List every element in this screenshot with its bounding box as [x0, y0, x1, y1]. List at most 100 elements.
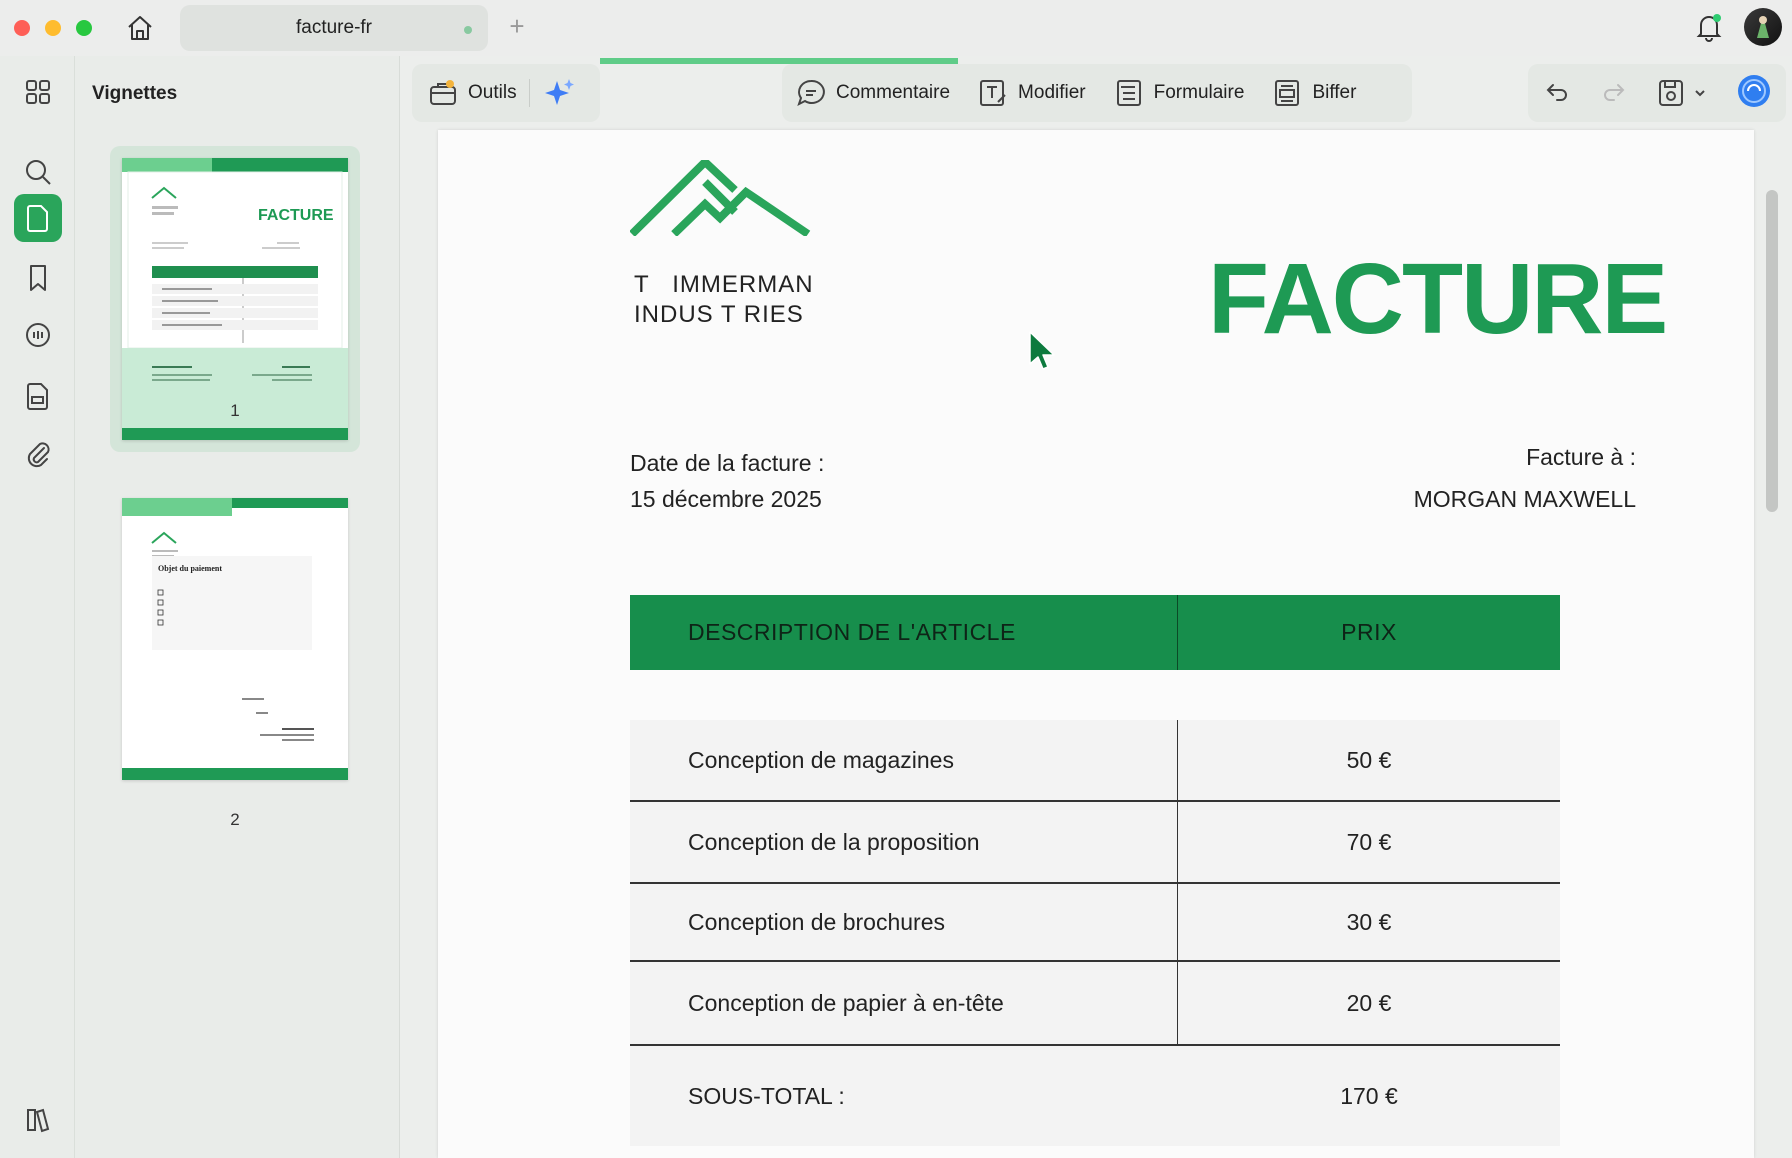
toolbox-icon — [430, 80, 456, 105]
row-price: 50 € — [1346, 746, 1392, 773]
search-icon — [26, 160, 51, 185]
row-description: Conception de la proposition — [630, 802, 1178, 882]
sparkle-icon — [544, 79, 574, 105]
close-window-button[interactable] — [14, 20, 30, 36]
company-name-line2: INDUS T RIES — [634, 301, 804, 328]
header-price: PRIX — [1341, 619, 1397, 645]
new-tab-button[interactable]: + — [502, 12, 532, 42]
thumbnail-1-art — [122, 158, 348, 440]
avatar[interactable] — [1744, 8, 1782, 46]
rail-library-button[interactable] — [14, 1096, 62, 1144]
bell-icon — [1696, 14, 1722, 42]
bookmark-icon — [30, 265, 46, 291]
thumbnail-page-1-preview: FACTURE — [122, 158, 348, 440]
redo-icon — [1603, 83, 1624, 101]
bill-to-name: MORGAN MAXWELL — [1413, 486, 1636, 512]
vertical-scrollbar[interactable] — [1766, 190, 1778, 512]
comment-bubble-icon — [797, 79, 825, 106]
thumbnail-page-2-preview: Objet du paiement — [122, 498, 348, 780]
avatar-image-icon — [1757, 16, 1769, 38]
ai-orb-button[interactable] — [1736, 73, 1772, 114]
row-price: 20 € — [1346, 989, 1392, 1016]
redact-tool-label: Biffer — [1312, 82, 1357, 103]
row-description: Conception de papier à en-tête — [630, 962, 1178, 1044]
tools-label: Outils — [468, 82, 517, 103]
document-icon — [27, 383, 48, 410]
rail-document-button[interactable] — [14, 372, 62, 420]
table-row: Conception de brochures 30 € — [630, 884, 1560, 960]
table-header: DESCRIPTION DE L'ARTICLE PRIX — [630, 595, 1560, 670]
table-row: Conception de magazines 50 € — [630, 720, 1560, 800]
redo-button[interactable] — [1600, 77, 1628, 110]
edit-text-icon — [980, 80, 1006, 106]
tab-title: facture-fr — [295, 17, 373, 38]
comment-icon — [26, 323, 50, 347]
thumbnail-2-heading: Objet du paiement — [158, 564, 222, 573]
left-rail — [0, 56, 75, 1158]
company-name: T IMMERMAN INDUS T RIES — [634, 270, 814, 330]
form-icon — [1116, 80, 1141, 106]
chevron-down-icon — [1694, 90, 1705, 97]
row-price: 70 € — [1346, 828, 1392, 855]
rail-attachment-button[interactable] — [14, 430, 62, 478]
comment-tool-button[interactable]: Commentaire — [782, 64, 964, 122]
comment-tool-label: Commentaire — [836, 82, 951, 103]
title-bar: facture-fr + — [0, 0, 1792, 56]
tools-button[interactable]: Outils — [412, 64, 529, 122]
ai-assistant-button[interactable] — [530, 64, 590, 122]
edit-tools-group: Commentaire Modifier Formulaire Biffer — [782, 64, 1412, 122]
invoice-date-value: 15 décembre 2025 — [630, 486, 822, 512]
form-tool-button[interactable]: Formulaire — [1100, 64, 1259, 122]
edit-tool-button[interactable]: Modifier — [964, 64, 1100, 122]
thumbnail-page-2[interactable]: Objet du paiement — [110, 498, 360, 798]
thumbnail-number-1: 1 — [230, 401, 240, 420]
mouse-cursor-icon — [1029, 331, 1055, 370]
attachment-icon — [27, 442, 50, 468]
rail-bookmark-button[interactable] — [14, 254, 62, 302]
tools-group: Outils — [412, 64, 600, 122]
header-description: DESCRIPTION DE L'ARTICLE — [630, 595, 1178, 670]
home-button[interactable] — [122, 11, 158, 45]
minimize-window-button[interactable] — [45, 20, 61, 36]
thumbnail-1-title: FACTURE — [258, 207, 334, 224]
notifications-button[interactable] — [1692, 10, 1726, 44]
form-tool-label: Formulaire — [1153, 82, 1245, 103]
company-logo — [630, 160, 811, 236]
document-page: T IMMERMAN INDUS T RIES FACTURE Date de … — [438, 130, 1754, 1158]
thumbnail-2-art — [122, 498, 348, 780]
library-icon — [27, 1108, 50, 1133]
unsaved-indicator — [464, 26, 472, 34]
bill-to-label: Facture à : — [1526, 444, 1636, 470]
panel-title: Vignettes — [92, 83, 178, 104]
grid-icon — [26, 80, 50, 104]
invoice-date-label: Date de la facture : — [630, 450, 825, 476]
subtotal-row: SOUS-TOTAL : 170 € — [630, 1046, 1560, 1146]
zoom-window-button[interactable] — [76, 20, 92, 36]
redact-icon — [1275, 80, 1300, 106]
subtotal-value: 170 € — [1340, 1082, 1398, 1109]
subtotal-label: SOUS-TOTAL : — [688, 1082, 845, 1109]
table-row: Conception de papier à en-tête 20 € — [630, 962, 1560, 1044]
rail-search-button[interactable] — [14, 148, 62, 196]
redact-tool-button[interactable]: Biffer — [1258, 64, 1370, 122]
company-name-line1: T IMMERMAN — [634, 271, 814, 298]
row-description: Conception de brochures — [630, 884, 1178, 960]
rail-pages-button[interactable] — [14, 194, 62, 242]
thumbnails-panel: Vignettes FACTURE 1 Objet du paiement 2 — [75, 56, 400, 1158]
invoice-title: FACTURE — [1208, 243, 1668, 355]
save-icon — [1658, 80, 1683, 106]
home-icon — [128, 16, 152, 40]
save-button[interactable] — [1657, 78, 1707, 108]
pages-icon — [27, 205, 48, 232]
row-price: 30 € — [1346, 908, 1392, 935]
rail-comment-button[interactable] — [14, 312, 62, 360]
document-tab[interactable]: facture-fr — [180, 5, 488, 51]
row-description: Conception de magazines — [630, 720, 1178, 800]
undo-button[interactable] — [1543, 77, 1571, 110]
rail-grid-button[interactable] — [14, 68, 62, 116]
ai-orb-icon — [1737, 74, 1770, 107]
undo-icon — [1546, 83, 1567, 101]
history-group — [1528, 64, 1786, 122]
edit-tool-label: Modifier — [1018, 82, 1086, 103]
table-row: Conception de la proposition 70 € — [630, 802, 1560, 882]
